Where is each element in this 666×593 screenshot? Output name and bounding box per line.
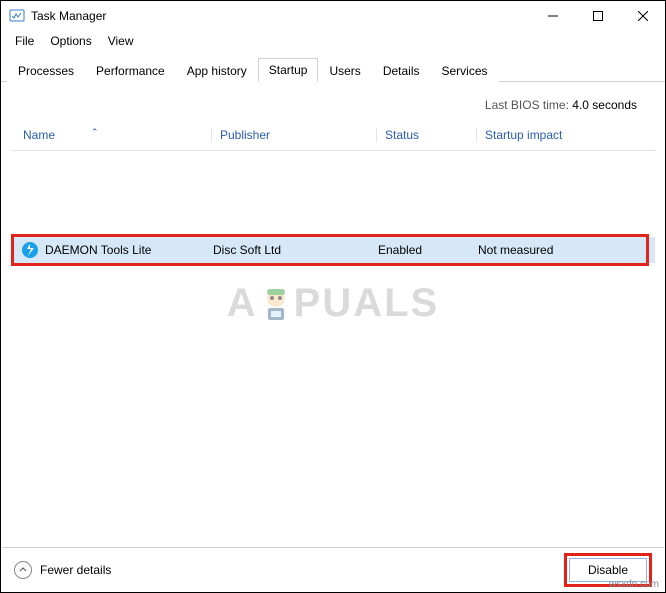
tab-users[interactable]: Users — [318, 59, 371, 82]
maximize-button[interactable] — [575, 1, 620, 31]
tab-services[interactable]: Services — [431, 59, 499, 82]
bios-time-label: Last BIOS time: — [485, 98, 569, 112]
bios-time-line: Last BIOS time: 4.0 seconds — [11, 92, 655, 122]
tab-app-history[interactable]: App history — [176, 59, 258, 82]
daemon-tools-icon — [21, 241, 39, 259]
row-publisher: Disc Soft Ltd — [205, 243, 370, 257]
tab-details[interactable]: Details — [372, 59, 431, 82]
tab-processes[interactable]: Processes — [7, 59, 85, 82]
titlebar: Task Manager — [1, 1, 665, 31]
watermark-text-left: A — [227, 281, 258, 326]
row-impact: Not measured — [470, 243, 655, 257]
tabstrip: Processes Performance App history Startu… — [1, 57, 665, 82]
watermark-text-right: PUALS — [294, 281, 440, 326]
watermark: A PUALS — [11, 281, 655, 326]
menu-view[interactable]: View — [100, 32, 142, 50]
chevron-up-icon — [14, 561, 32, 579]
startup-list: DAEMON Tools Lite Disc Soft Ltd Enabled … — [11, 151, 655, 481]
bios-time-value: 4.0 seconds — [572, 98, 637, 112]
row-status: Enabled — [370, 243, 470, 257]
tab-content: Last BIOS time: 4.0 seconds Name ⌃ Publi… — [1, 82, 665, 481]
menubar: File Options View — [1, 31, 665, 51]
watermark-mascot-icon — [256, 284, 296, 324]
column-header-status[interactable]: Status — [376, 128, 476, 142]
window-title: Task Manager — [31, 9, 106, 23]
tab-startup[interactable]: Startup — [258, 58, 319, 82]
minimize-button[interactable] — [530, 1, 575, 31]
sort-indicator-icon: ⌃ — [91, 127, 99, 138]
source-watermark: wsxdn.com — [609, 579, 659, 590]
tab-performance[interactable]: Performance — [85, 59, 176, 82]
close-button[interactable] — [620, 1, 665, 31]
menu-file[interactable]: File — [7, 32, 42, 50]
fewer-details-label: Fewer details — [40, 563, 111, 577]
row-name: DAEMON Tools Lite — [45, 243, 151, 257]
column-header-startup-impact[interactable]: Startup impact — [476, 128, 655, 142]
task-manager-icon — [9, 8, 25, 24]
column-headers: Name ⌃ Publisher Status Startup impact — [11, 122, 655, 151]
column-header-name[interactable]: Name ⌃ — [11, 128, 211, 142]
menu-options[interactable]: Options — [42, 32, 99, 50]
disable-button[interactable]: Disable — [569, 558, 647, 582]
fewer-details-button[interactable]: Fewer details — [14, 561, 111, 579]
column-header-publisher[interactable]: Publisher — [211, 128, 376, 142]
window-controls — [530, 1, 665, 31]
table-row[interactable]: DAEMON Tools Lite Disc Soft Ltd Enabled … — [11, 237, 655, 263]
column-header-name-label: Name — [23, 128, 55, 142]
bottom-bar: Fewer details Disable — [2, 547, 664, 591]
